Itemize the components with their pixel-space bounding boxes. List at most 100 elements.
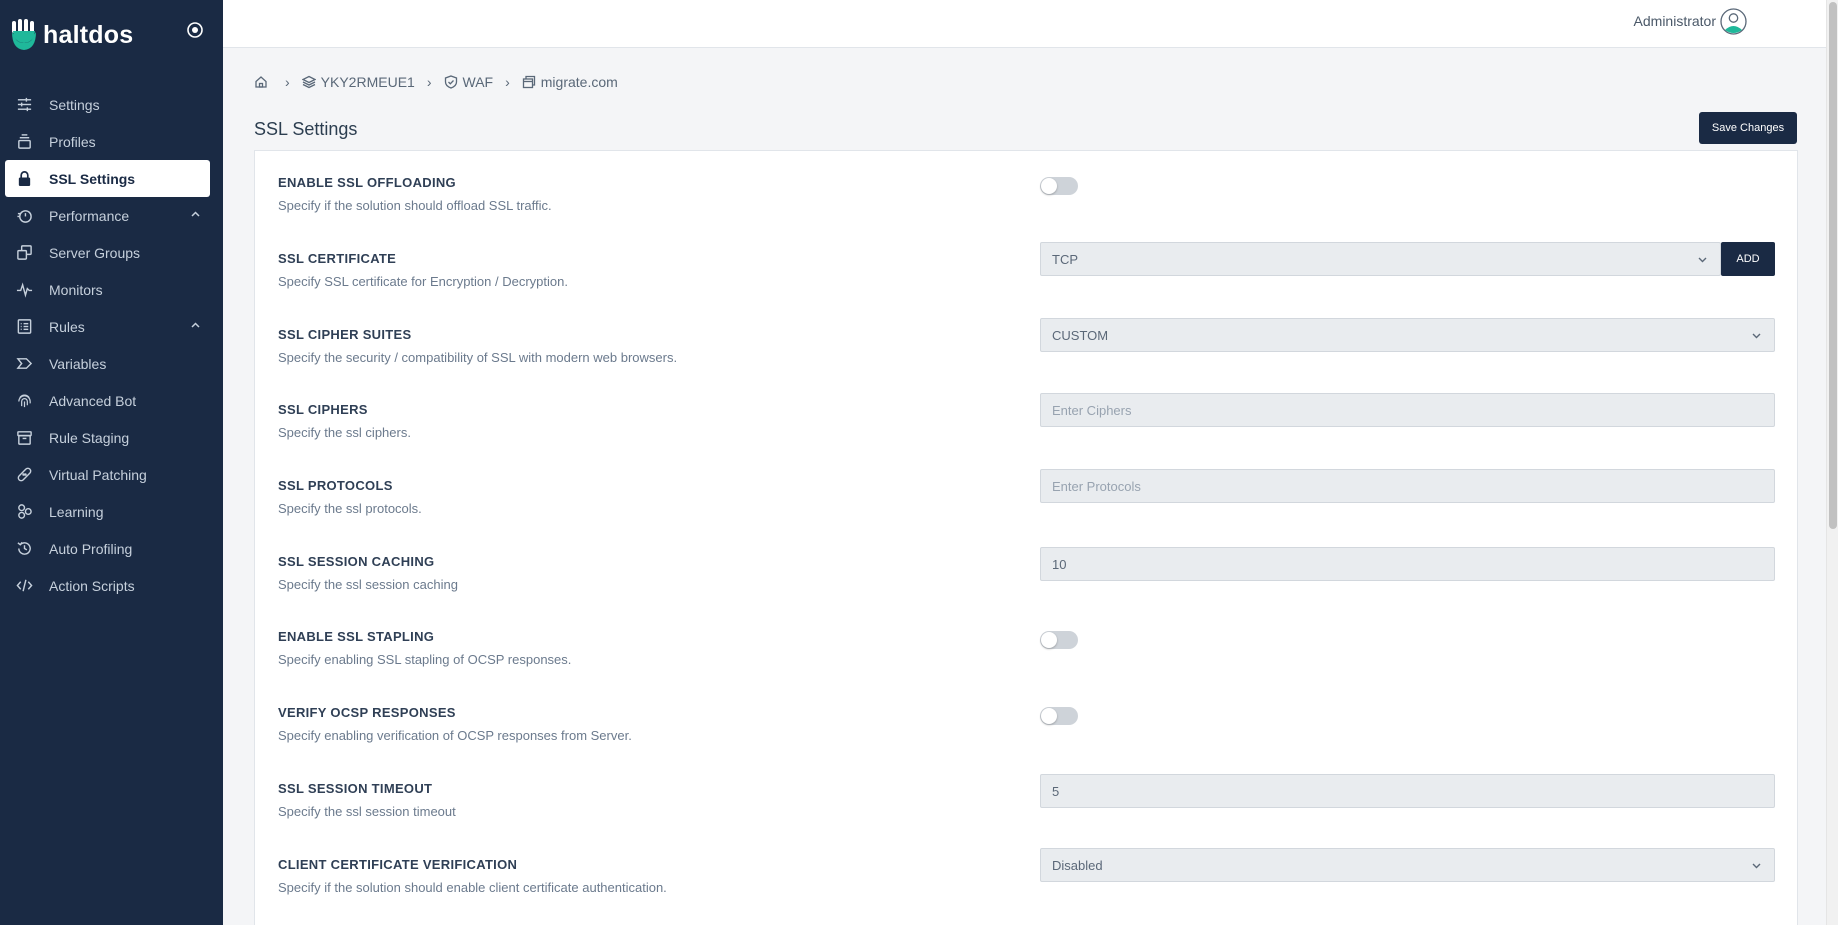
setting-description: Specify the ssl protocols. — [278, 501, 422, 516]
nodes-icon — [15, 503, 33, 521]
setting-label: ENABLE SSL OFFLOADING — [278, 175, 456, 190]
brand[interactable]: haltdos — [10, 18, 133, 52]
setting-description: Specify the ssl ciphers. — [278, 425, 411, 440]
chevron-down-icon — [1698, 257, 1707, 263]
ssl-offloading-toggle[interactable] — [1040, 177, 1078, 195]
sidebar-item-label: Advanced Bot — [49, 392, 137, 409]
sidebar-item-label: Learning — [49, 503, 104, 520]
setting-label: SSL PROTOCOLS — [278, 478, 393, 493]
breadcrumb: › YKY2RMEUE1 › WAF › migrate.com — [254, 73, 618, 91]
sidebar-item-label: Monitors — [49, 281, 103, 298]
sidebar-item-advanced-bot[interactable]: Advanced Bot — [0, 382, 223, 419]
breadcrumb-separator: › — [426, 74, 432, 90]
sidebar-item-monitors[interactable]: Monitors — [0, 271, 223, 308]
sidebar-item-label: Rules — [49, 318, 85, 335]
archive-icon — [15, 429, 33, 447]
setting-label: ENABLE SSL STAPLING — [278, 629, 435, 644]
select-value: CUSTOM — [1052, 327, 1109, 343]
setting-description: Specify the ssl session timeout — [278, 804, 456, 819]
setting-label: CLIENT CERTIFICATE VERIFICATION — [278, 857, 518, 872]
home-icon — [255, 76, 267, 88]
stopwatch-icon — [15, 207, 33, 225]
tag-icon — [15, 355, 33, 373]
setting-description: Specify the security / compatibility of … — [278, 350, 678, 365]
chevron-up-icon[interactable] — [190, 320, 201, 331]
setting-description: Specify enabling SSL stapling of OCSP re… — [278, 652, 572, 667]
sidebar-item-label: SSL Settings — [49, 170, 136, 187]
chevron-down-icon — [1752, 333, 1761, 339]
sidebar-item-profiles[interactable]: Profiles — [0, 123, 223, 160]
top-bar: Administrator — [223, 0, 1838, 48]
setting-description: Specify enabling verification of OCSP re… — [278, 728, 632, 743]
code-icon — [15, 577, 33, 595]
breadcrumb-separator: › — [285, 74, 290, 90]
sidebar-nav: Settings Profiles SSL Settings Performan… — [0, 86, 223, 604]
add-certificate-button[interactable]: ADD — [1721, 242, 1775, 276]
sidebar-item-label: Virtual Patching — [49, 466, 147, 483]
bandage-icon — [15, 466, 33, 484]
ssl-protocols-input[interactable]: Enter Protocols — [1040, 469, 1775, 503]
sidebar-item-performance[interactable]: Performance — [0, 197, 223, 234]
setting-label: SSL CIPHERS — [278, 402, 368, 417]
sidebar-item-label: Server Groups — [49, 244, 141, 261]
sliders-icon — [15, 96, 33, 114]
user-avatar-icon[interactable] — [1720, 8, 1747, 35]
select-value: Disabled — [1052, 857, 1103, 873]
breadcrumb-label: WAF — [462, 74, 494, 90]
sidebar-item-virtual-patching[interactable]: Virtual Patching — [0, 456, 223, 493]
ssl-stapling-toggle[interactable] — [1040, 631, 1078, 649]
list-icon — [15, 318, 33, 336]
stack-icon — [15, 133, 33, 151]
breadcrumb-node[interactable]: YKY2RMEUE1 — [301, 74, 415, 90]
fingerprint-icon — [15, 392, 33, 410]
sidebar-item-ssl-settings[interactable]: SSL Settings — [5, 160, 210, 197]
setting-description: Specify SSL certificate for Encryption /… — [278, 274, 568, 289]
lock-icon — [15, 170, 33, 188]
history-icon — [15, 540, 33, 558]
vertical-scrollbar[interactable] — [1826, 0, 1838, 925]
toggle-knob — [1041, 632, 1057, 648]
settings-card: ENABLE SSL OFFLOADING Specify if the sol… — [254, 150, 1798, 925]
breadcrumb-application[interactable]: migrate.com — [522, 74, 618, 90]
ssl-session-timeout-input[interactable]: 5 — [1040, 774, 1775, 808]
sidebar-item-label: Variables — [49, 355, 107, 372]
verify-ocsp-toggle[interactable] — [1040, 707, 1078, 725]
brand-name: haltdos — [43, 20, 134, 49]
client-certificate-verification-select[interactable]: Disabled — [1040, 848, 1775, 882]
sidebar-item-rules[interactable]: Rules — [0, 308, 223, 345]
sidebar-item-variables[interactable]: Variables — [0, 345, 223, 382]
window-icon — [522, 75, 535, 89]
setting-label: SSL CIPHER SUITES — [278, 327, 412, 342]
scrollbar-thumb[interactable] — [1829, 2, 1837, 529]
setting-label: SSL CERTIFICATE — [278, 251, 397, 266]
ssl-session-caching-input[interactable]: 10 — [1040, 547, 1775, 581]
sidebar-item-label: Settings — [49, 96, 100, 113]
save-changes-button[interactable]: Save Changes — [1699, 112, 1797, 144]
server-groups-icon — [15, 244, 33, 262]
sidebar-item-server-groups[interactable]: Server Groups — [0, 234, 223, 271]
breadcrumb-separator: › — [505, 74, 510, 90]
pulse-icon — [15, 281, 33, 299]
breadcrumb-home[interactable] — [254, 75, 273, 89]
sidebar-item-rule-staging[interactable]: Rule Staging — [0, 419, 223, 456]
toggle-knob — [1041, 708, 1057, 724]
sidebar-item-label: Auto Profiling — [49, 540, 133, 557]
setting-description: Specify if the solution should offload S… — [278, 198, 552, 213]
ssl-certificate-select[interactable]: TCP — [1040, 242, 1721, 276]
ssl-cipher-suites-select[interactable]: CUSTOM — [1040, 318, 1775, 352]
chevron-up-icon[interactable] — [190, 209, 201, 220]
ssl-ciphers-input[interactable]: Enter Ciphers — [1040, 393, 1775, 427]
setting-label: VERIFY OCSP RESPONSES — [278, 705, 456, 720]
sidebar-item-label: Profiles — [49, 133, 96, 150]
sidebar-item-action-scripts[interactable]: Action Scripts — [0, 567, 223, 604]
shield-icon — [444, 75, 457, 89]
sidebar-item-learning[interactable]: Learning — [0, 493, 223, 530]
sidebar-toggle-icon[interactable] — [185, 20, 205, 40]
sidebar-item-label: Rule Staging — [49, 429, 130, 446]
user-name[interactable]: Administrator — [1634, 13, 1716, 29]
breadcrumb-label: YKY2RMEUE1 — [320, 74, 415, 90]
sidebar-item-settings[interactable]: Settings — [0, 86, 223, 123]
sidebar-item-auto-profiling[interactable]: Auto Profiling — [0, 530, 223, 567]
breadcrumb-waf[interactable]: WAF — [444, 74, 494, 90]
sidebar: haltdos Settings Profiles SSL Settings P… — [0, 0, 223, 925]
